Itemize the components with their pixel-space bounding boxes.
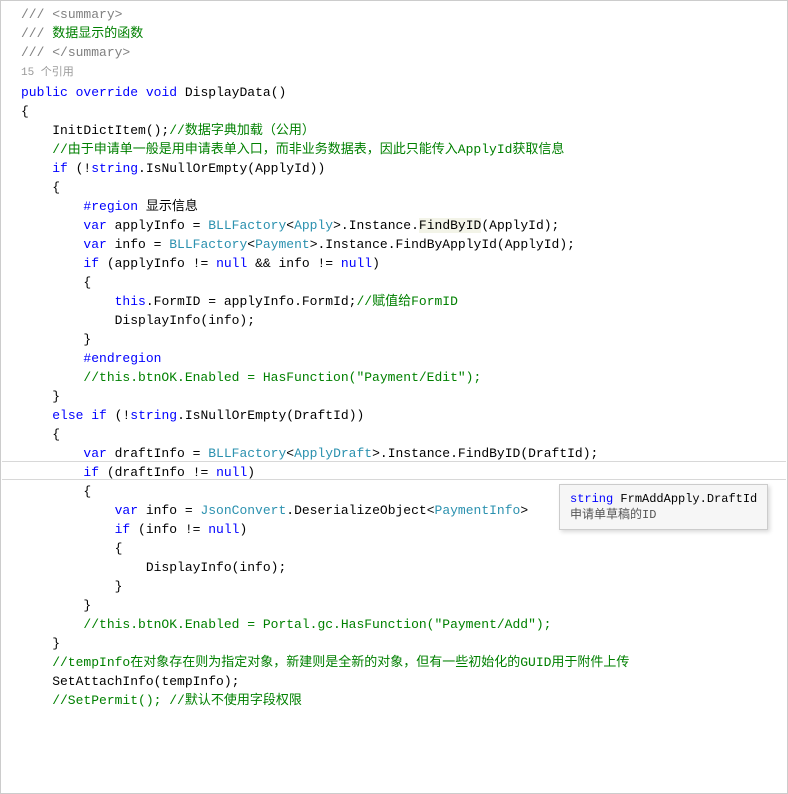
code-line[interactable]: if (applyInfo != null && info != null)	[1, 254, 787, 273]
type-name: BLLFactory	[169, 237, 247, 252]
kw-var: var	[83, 446, 106, 461]
kw-if: if	[91, 408, 107, 423]
kw-null: null	[216, 465, 247, 480]
kw-null: null	[208, 522, 239, 537]
code-line[interactable]: }	[1, 330, 787, 349]
reference-count: 15 个引用	[21, 67, 74, 79]
code-line[interactable]: //tempInfo在对象存在则为指定对象，新建则是全新的对象，但有一些初始化的…	[1, 653, 787, 672]
xmldoc-tag: <summary>	[52, 7, 122, 22]
kw-string: string	[91, 161, 138, 176]
comment: //赋值给FormID	[356, 294, 457, 309]
type-name: Apply	[294, 218, 333, 233]
tooltip-kw: string	[570, 492, 613, 506]
comment: //tempInfo在对象存在则为指定对象，新建则是全新的对象，但有一些初始化的…	[21, 655, 629, 670]
type-name: PaymentInfo	[435, 503, 521, 518]
tooltip-sig: FrmAddApply.DraftId	[613, 492, 757, 506]
xmldoc-slash: ///	[21, 45, 52, 60]
code-line[interactable]: var draftInfo = BLLFactory<ApplyDraft>.I…	[1, 444, 787, 463]
xmldoc-slash: ///	[21, 7, 52, 22]
kw-null: null	[341, 256, 372, 271]
code-line[interactable]: {	[1, 102, 787, 121]
code-line[interactable]: #endregion	[1, 349, 787, 368]
kw-string: string	[130, 408, 177, 423]
code-line[interactable]: //SetPermit(); //默认不使用字段权限	[1, 691, 787, 710]
type-name: BLLFactory	[208, 218, 286, 233]
type-name: ApplyDraft	[294, 446, 372, 461]
code-line[interactable]: /// 数据显示的函数	[1, 24, 787, 43]
code-line[interactable]: if (draftInfo != null)	[1, 463, 787, 482]
region-end: #endregion	[83, 351, 161, 366]
kw-if: if	[52, 161, 68, 176]
code-line[interactable]: //this.btnOK.Enabled = Portal.gc.HasFunc…	[1, 615, 787, 634]
code-line[interactable]: }	[1, 387, 787, 406]
code-line[interactable]: this.FormID = applyInfo.FormId;//赋值给Form…	[1, 292, 787, 311]
kw-var: var	[115, 503, 138, 518]
method-call: dByID	[481, 446, 520, 461]
code-line[interactable]: DisplayInfo(info);	[1, 558, 787, 577]
code-line[interactable]: {	[1, 273, 787, 292]
code-line[interactable]: #region 显示信息	[1, 197, 787, 216]
code-line[interactable]: /// <summary>	[1, 5, 787, 24]
comment: //this.btnOK.Enabled = HasFunction("Paym…	[21, 370, 481, 385]
kw-if: if	[83, 256, 99, 271]
kw-if: if	[115, 522, 131, 537]
kw-public: public	[21, 85, 68, 100]
kw-null: null	[216, 256, 247, 271]
highlighted-symbol: FindByID	[419, 218, 481, 233]
code-line[interactable]: var info = BLLFactory<Payment>.Instance.…	[1, 235, 787, 254]
intellisense-tooltip: string FrmAddApply.DraftId 申请单草稿的ID	[559, 484, 768, 530]
code-line[interactable]: }	[1, 634, 787, 653]
xmldoc-tag: </summary>	[52, 45, 130, 60]
codelens-references[interactable]: 15 个引用	[1, 62, 787, 83]
code-line[interactable]: public override void DisplayData()	[1, 83, 787, 102]
kw-var: var	[83, 237, 106, 252]
region-start: #region	[83, 199, 138, 214]
type-name: BLLFactory	[208, 446, 286, 461]
code-line[interactable]: /// </summary>	[1, 43, 787, 62]
type-name: Payment	[255, 237, 310, 252]
code-editor[interactable]: /// <summary> /// 数据显示的函数 /// </summary>…	[0, 0, 788, 794]
region-label: 显示信息	[138, 199, 198, 214]
code-line[interactable]: InitDictItem();//数据字典加载（公用）	[1, 121, 787, 140]
xmldoc-text: 数据显示的函数	[52, 26, 143, 41]
code-line[interactable]: }	[1, 577, 787, 596]
code-line[interactable]: }	[1, 596, 787, 615]
kw-if: if	[83, 465, 99, 480]
kw-var: var	[83, 218, 106, 233]
comment: //数据字典加载（公用）	[169, 123, 315, 138]
code-line[interactable]: var applyInfo = BLLFactory<Apply>.Instan…	[1, 216, 787, 235]
code-line[interactable]: {	[1, 425, 787, 444]
code-line[interactable]: if (!string.IsNullOrEmpty(ApplyId))	[1, 159, 787, 178]
tooltip-signature: string FrmAddApply.DraftId	[570, 491, 757, 507]
code-line[interactable]: SetAttachInfo(tempInfo);	[1, 672, 787, 691]
code-line[interactable]: else if (!string.IsNullOrEmpty(DraftId))	[1, 406, 787, 425]
kw-this: this	[115, 294, 146, 309]
tooltip-description: 申请单草稿的ID	[570, 507, 757, 523]
kw-void: void	[146, 85, 177, 100]
code-line[interactable]: {	[1, 178, 787, 197]
code-line[interactable]: DisplayInfo(info);	[1, 311, 787, 330]
code-line[interactable]: {	[1, 539, 787, 558]
method-name: DisplayData()	[177, 85, 286, 100]
kw-else: else	[52, 408, 83, 423]
comment: //由于申请单一般是用申请表单入口，而非业务数据表，因此只能传入ApplyId获…	[21, 142, 564, 157]
comment: //SetPermit(); //默认不使用字段权限	[21, 693, 302, 708]
comment: //this.btnOK.Enabled = Portal.gc.HasFunc…	[21, 617, 552, 632]
type-name: JsonConvert	[200, 503, 286, 518]
code-line[interactable]: //this.btnOK.Enabled = HasFunction("Paym…	[1, 368, 787, 387]
code-line[interactable]: //由于申请单一般是用申请表单入口，而非业务数据表，因此只能传入ApplyId获…	[1, 140, 787, 159]
kw-override: override	[76, 85, 138, 100]
xmldoc-slash: ///	[21, 26, 52, 41]
